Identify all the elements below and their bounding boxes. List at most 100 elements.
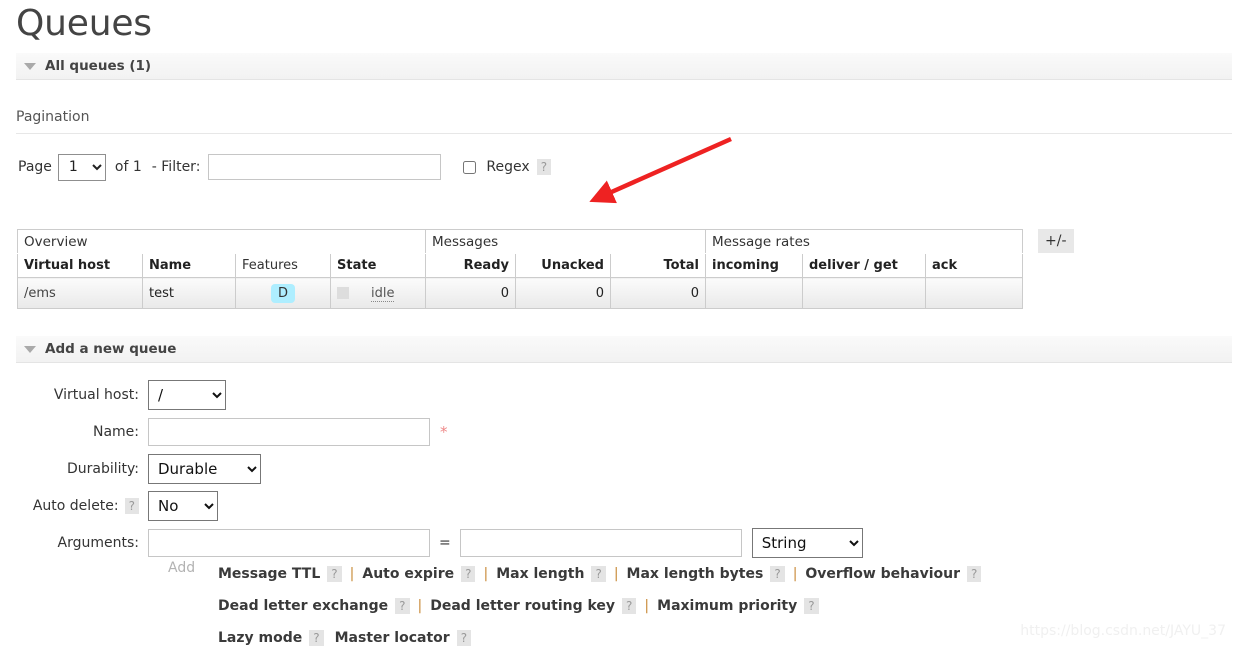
annotation-arrow-icon bbox=[589, 136, 732, 204]
form-row-auto-delete: Auto delete:? No bbox=[0, 487, 863, 524]
preset-maximum-priority[interactable]: Maximum priority bbox=[657, 598, 797, 614]
queue-name-label: Name: bbox=[92, 423, 139, 440]
page-title: Queues bbox=[16, 3, 152, 44]
table-group-messages: Messages bbox=[425, 229, 706, 254]
preset-lazy-mode[interactable]: Lazy mode bbox=[218, 630, 302, 646]
cell-incoming bbox=[705, 277, 803, 309]
page-select[interactable]: 1 bbox=[57, 153, 106, 181]
preset-dead-letter-exchange-help-icon[interactable]: ? bbox=[395, 598, 410, 614]
table-row[interactable]: /ems test D idle 0 0 0 bbox=[17, 277, 1023, 309]
durability-label: Durability: bbox=[66, 460, 139, 477]
pagination-divider bbox=[16, 133, 1232, 134]
preset-max-length[interactable]: Max length bbox=[496, 566, 584, 582]
preset-max-length-help-icon[interactable]: ? bbox=[591, 566, 606, 582]
column-header-name[interactable]: Name bbox=[142, 253, 236, 278]
column-header-ready[interactable]: Ready bbox=[425, 253, 516, 278]
section-header-all-queues[interactable]: All queues (1) bbox=[16, 53, 1232, 80]
cell-deliver-get bbox=[802, 277, 926, 309]
cell-queue-name[interactable]: test bbox=[142, 277, 236, 309]
preset-auto-expire[interactable]: Auto expire bbox=[362, 566, 454, 582]
required-marker: * bbox=[440, 422, 448, 441]
column-header-deliver-get[interactable]: deliver / get bbox=[802, 253, 926, 278]
toggle-columns-button[interactable]: +/- bbox=[1038, 229, 1074, 253]
section-header-add-queue[interactable]: Add a new queue bbox=[16, 336, 1232, 363]
durability-select[interactable]: Durable bbox=[148, 453, 261, 484]
preset-auto-expire-help-icon[interactable]: ? bbox=[461, 566, 476, 582]
argument-equals-sign: = bbox=[439, 534, 451, 551]
preset-lazy-mode-help-icon[interactable]: ? bbox=[309, 630, 324, 646]
preset-max-length-bytes-help-icon[interactable]: ? bbox=[770, 566, 785, 582]
preset-max-length-bytes[interactable]: Max length bytes bbox=[627, 566, 764, 582]
preset-message-ttl[interactable]: Message TTL bbox=[218, 566, 320, 582]
form-row-durability: Durability: Durable bbox=[0, 450, 863, 487]
table-group-overview: Overview bbox=[17, 229, 426, 254]
preset-overflow-behaviour[interactable]: Overflow behaviour bbox=[805, 566, 960, 582]
preset-dead-letter-routing-key-help-icon[interactable]: ? bbox=[622, 598, 637, 614]
argument-type-select[interactable]: String bbox=[751, 527, 863, 558]
queues-table: Overview Messages Message rates Virtual … bbox=[17, 229, 1023, 309]
arguments-label: Arguments: bbox=[57, 534, 139, 551]
state-indicator-icon bbox=[337, 287, 349, 299]
column-header-state[interactable]: State bbox=[330, 253, 426, 278]
page-label: Page bbox=[18, 159, 52, 175]
queue-name-input[interactable] bbox=[148, 417, 430, 446]
auto-delete-select[interactable]: No bbox=[148, 490, 218, 521]
auto-delete-help-icon[interactable]: ? bbox=[124, 497, 139, 514]
pagination-heading: Pagination bbox=[16, 109, 90, 125]
cell-state: idle bbox=[330, 277, 426, 309]
preset-separator: | bbox=[483, 566, 489, 582]
preset-message-ttl-help-icon[interactable]: ? bbox=[327, 566, 342, 582]
filter-input[interactable] bbox=[208, 154, 442, 180]
feature-durable-badge[interactable]: D bbox=[270, 283, 295, 303]
preset-separator: | bbox=[644, 598, 650, 614]
column-header-unacked[interactable]: Unacked bbox=[515, 253, 611, 278]
section-title-all-queues: All queues (1) bbox=[45, 58, 152, 74]
pagination-controls: Page 1 of 1 - Filter: Regex ? bbox=[18, 152, 552, 182]
auto-delete-label-wrap: Auto delete:? bbox=[0, 497, 148, 514]
preset-dead-letter-routing-key[interactable]: Dead letter routing key bbox=[430, 598, 615, 614]
cell-ready: 0 bbox=[425, 277, 516, 309]
auto-delete-label: Auto delete: bbox=[32, 497, 119, 514]
form-row-arguments: Arguments: = String bbox=[0, 524, 863, 561]
regex-checkbox[interactable] bbox=[463, 160, 477, 174]
preset-overflow-behaviour-help-icon[interactable]: ? bbox=[966, 566, 982, 582]
cell-virtual-host: /ems bbox=[17, 277, 143, 309]
preset-master-locator-help-icon[interactable]: ? bbox=[456, 630, 472, 646]
argument-key-input[interactable] bbox=[148, 528, 430, 557]
cell-features: D bbox=[235, 277, 331, 309]
argument-presets: Message TTL ? | Auto expire ? | Max leng… bbox=[0, 558, 1234, 654]
preset-separator: | bbox=[417, 598, 423, 614]
page-total-label: of 1 bbox=[114, 159, 142, 175]
section-title-add-queue: Add a new queue bbox=[45, 341, 177, 357]
add-queue-form: Virtual host: / Name: * Durability: Dura… bbox=[0, 376, 863, 561]
argument-value-input[interactable] bbox=[459, 528, 742, 557]
form-row-virtual-host: Virtual host: / bbox=[0, 376, 863, 413]
form-row-name: Name: * bbox=[0, 413, 863, 450]
virtual-host-select[interactable]: / bbox=[148, 379, 226, 410]
preset-master-locator[interactable]: Master locator bbox=[335, 630, 450, 646]
column-header-total[interactable]: Total bbox=[610, 253, 706, 278]
cell-unacked: 0 bbox=[515, 277, 611, 309]
preset-dead-letter-exchange[interactable]: Dead letter exchange bbox=[218, 598, 388, 614]
preset-maximum-priority-help-icon[interactable]: ? bbox=[804, 598, 819, 614]
virtual-host-label: Virtual host: bbox=[53, 386, 139, 403]
regex-help-icon[interactable]: ? bbox=[536, 159, 552, 175]
table-group-message-rates: Message rates bbox=[705, 229, 1023, 254]
preset-separator: | bbox=[613, 566, 619, 582]
cell-total: 0 bbox=[610, 277, 706, 309]
regex-label: Regex bbox=[486, 159, 530, 175]
column-header-features: Features bbox=[235, 253, 331, 278]
column-header-ack[interactable]: ack bbox=[925, 253, 1023, 278]
argument-preset-row: Dead letter exchange ? | Dead letter rou… bbox=[0, 590, 1234, 622]
column-header-incoming[interactable]: incoming bbox=[705, 253, 803, 278]
argument-preset-row: Message TTL ? | Auto expire ? | Max leng… bbox=[0, 558, 1234, 590]
table-header-row: Virtual host Name Features State Ready U… bbox=[17, 253, 1023, 278]
cell-ack bbox=[925, 277, 1023, 309]
table-group-header-row: Overview Messages Message rates bbox=[17, 229, 1023, 254]
preset-separator: | bbox=[792, 566, 798, 582]
triangle-down-icon bbox=[24, 62, 36, 70]
triangle-down-icon bbox=[24, 345, 36, 353]
filter-label: - Filter: bbox=[151, 159, 201, 175]
state-text: idle bbox=[371, 285, 395, 302]
column-header-virtual-host[interactable]: Virtual host bbox=[17, 253, 143, 278]
